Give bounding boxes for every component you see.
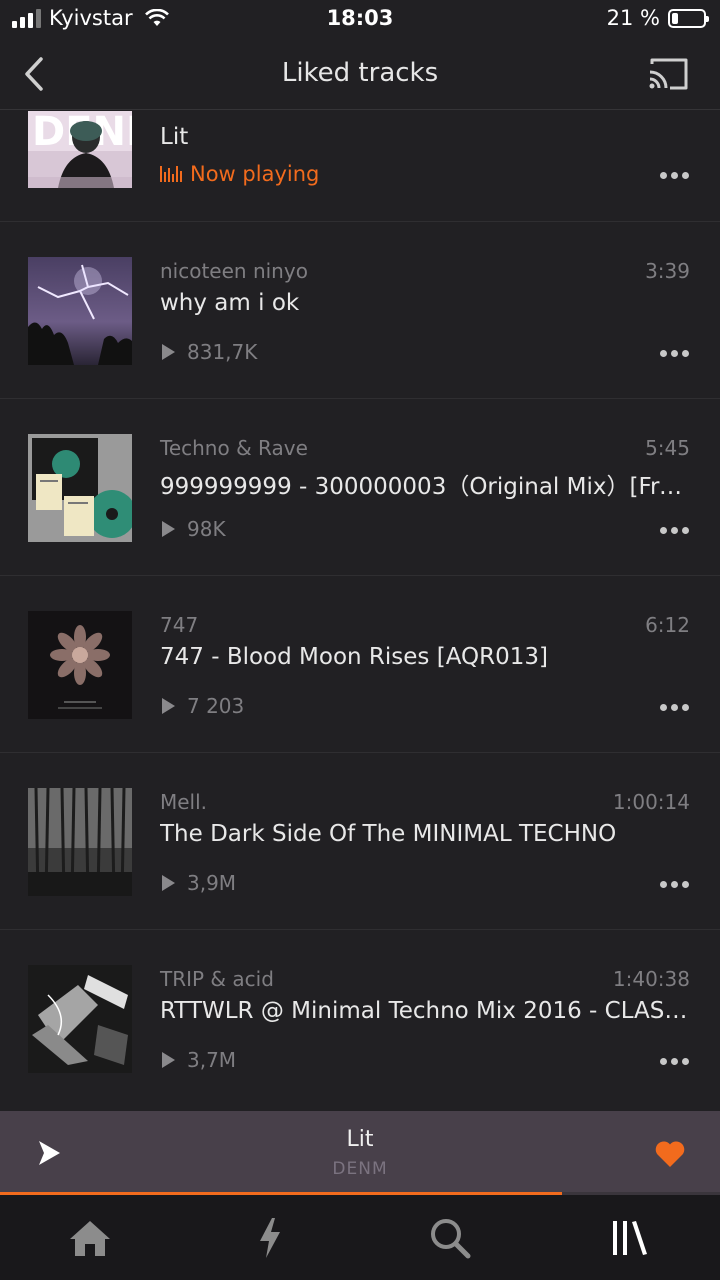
tab-search[interactable]	[425, 1215, 475, 1261]
mini-player-title: Lit	[346, 1127, 374, 1152]
track-list[interactable]: DENM Lit Now playing	[0, 111, 720, 1110]
more-options-button[interactable]	[660, 704, 692, 714]
track-row[interactable]: nicoteen ninyo 3:39 why am i ok 831,7K	[0, 222, 720, 399]
page-title: Liked tracks	[281, 58, 439, 88]
search-icon	[431, 1219, 471, 1259]
album-art	[28, 434, 132, 542]
track-plays: 3,7M	[162, 1048, 236, 1072]
lightning-icon	[260, 1218, 280, 1258]
track-artist: nicoteen ninyo	[160, 259, 308, 283]
track-artist: Mell.	[160, 790, 208, 814]
play-count: 7 203	[187, 694, 245, 718]
track-plays: 7 203	[162, 694, 244, 718]
heart-icon	[655, 1141, 685, 1167]
mini-player[interactable]: Lit DENM	[0, 1111, 720, 1195]
status-bar: Kyivstar 18:03 21 %	[0, 0, 720, 38]
album-art	[28, 788, 132, 896]
equalizer-icon	[160, 166, 182, 182]
track-row[interactable]: TRIP & acid 1:40:38 RTTWLR @ Minimal Tec…	[0, 930, 720, 1107]
album-art	[28, 257, 132, 365]
track-plays: 831,7K	[162, 340, 257, 364]
track-plays: 3,9M	[162, 871, 236, 895]
track-row[interactable]: DENM Lit Now playing	[0, 111, 720, 222]
more-options-button[interactable]	[660, 350, 692, 360]
tab-bar	[0, 1195, 720, 1280]
play-count-icon	[162, 698, 175, 714]
cast-button[interactable]	[646, 56, 690, 92]
library-icon	[613, 1221, 647, 1255]
track-title: 999999999 - 300000003（Original Mix）[Free…	[160, 474, 690, 500]
track-duration: 1:00:14	[612, 790, 690, 814]
status-right: 21 %	[606, 6, 709, 30]
play-count-icon	[162, 344, 175, 360]
play-count-icon	[162, 521, 175, 537]
battery-icon	[668, 8, 709, 28]
track-row[interactable]: 747 6:12 747 - Blood Moon Rises [AQR013]…	[0, 576, 720, 753]
more-options-button[interactable]	[660, 172, 692, 182]
track-row[interactable]: Techno & Rave 5:45 999999999 - 300000003…	[0, 399, 720, 576]
cast-icon	[649, 58, 688, 90]
track-artist: Techno & Rave	[160, 436, 308, 460]
play-count: 98K	[187, 517, 226, 541]
track-plays: 98K	[162, 517, 226, 541]
track-artist: TRIP & acid	[160, 967, 274, 991]
home-icon	[70, 1221, 110, 1256]
play-count: 3,7M	[187, 1048, 237, 1072]
album-art-denm: DENM	[28, 111, 132, 188]
track-title: 747 - Blood Moon Rises [AQR013]	[160, 644, 548, 670]
track-title: The Dark Side Of The MINIMAL TECHNO	[160, 821, 617, 847]
battery-percent: 21 %	[606, 6, 660, 30]
track-duration: 6:12	[645, 613, 690, 637]
track-title: RTTWLR @ Minimal Techno Mix 2016 - CLASS…	[160, 998, 690, 1024]
tab-home[interactable]	[65, 1215, 115, 1261]
more-options-button[interactable]	[660, 527, 692, 537]
track-row[interactable]: Mell. 1:00:14 The Dark Side Of The MINIM…	[0, 753, 720, 930]
track-title: Lit	[160, 124, 189, 150]
nav-bar: Liked tracks	[0, 38, 720, 110]
mini-player-artist: DENM	[332, 1159, 388, 1179]
album-art	[28, 611, 132, 719]
track-duration: 3:39	[645, 259, 690, 283]
now-playing-indicator: Now playing	[160, 162, 319, 186]
track-duration: 5:45	[645, 436, 690, 460]
like-button[interactable]	[654, 1139, 686, 1169]
tab-stream[interactable]	[245, 1215, 295, 1261]
more-options-button[interactable]	[660, 881, 692, 891]
track-artist: 747	[160, 613, 199, 637]
play-count-icon	[162, 1052, 175, 1068]
track-title: why am i ok	[160, 290, 300, 316]
track-duration: 1:40:38	[612, 967, 690, 991]
more-options-button[interactable]	[660, 1058, 692, 1068]
play-count: 831,7K	[187, 340, 258, 364]
tab-library[interactable]	[605, 1215, 655, 1261]
play-count: 3,9M	[187, 871, 237, 895]
album-art	[28, 965, 132, 1073]
now-playing-label: Now playing	[190, 162, 320, 186]
play-count-icon	[162, 875, 175, 891]
